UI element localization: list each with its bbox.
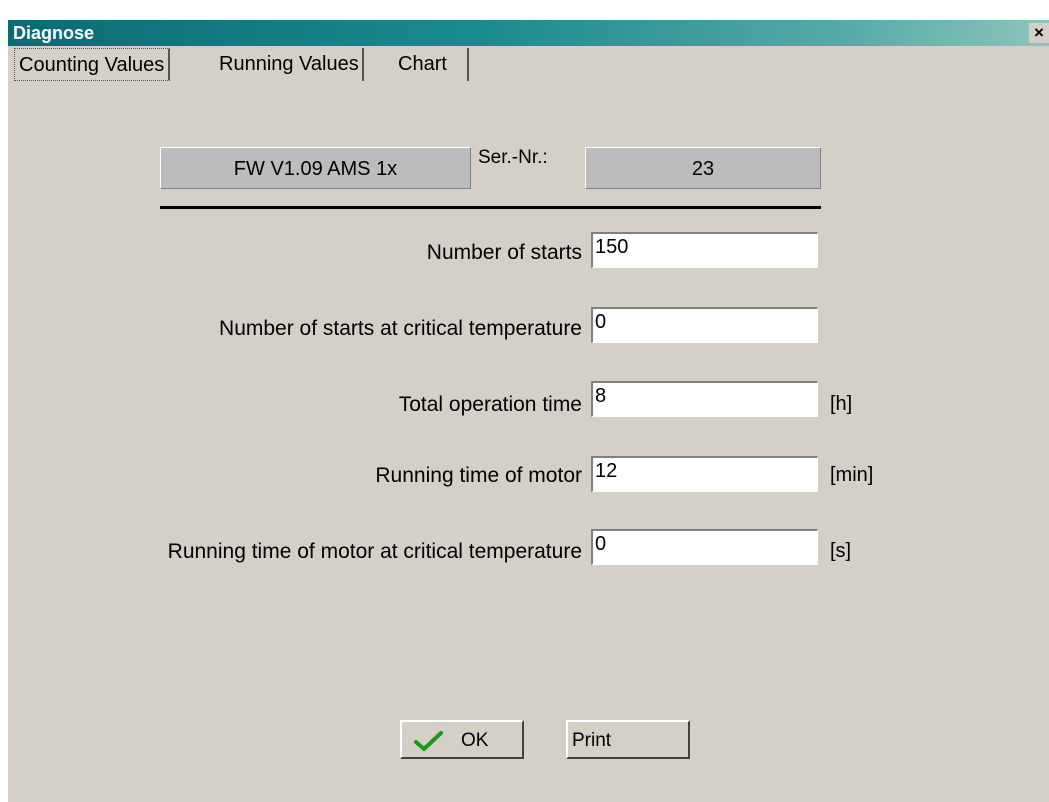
title-bar[interactable]: Diagnose ×	[8, 20, 1049, 46]
print-button[interactable]: Print	[566, 720, 690, 759]
field-label-total-operation-time: Total operation time	[398, 393, 582, 416]
unit-seconds: [s]	[830, 540, 852, 562]
tab-counting-values[interactable]: Counting Values	[14, 48, 171, 81]
unit-hours: [h]	[830, 393, 853, 415]
ok-button-label: OK	[461, 730, 489, 751]
separator-line	[160, 206, 821, 209]
tab-running-values[interactable]: Running Values	[216, 48, 364, 81]
close-icon[interactable]: ×	[1029, 23, 1049, 43]
ok-button[interactable]: OK	[400, 720, 524, 759]
starts-critical-temp-field[interactable]: 0	[591, 307, 818, 343]
field-label-number-of-starts: Number of starts	[426, 241, 582, 264]
diagnose-window: Diagnose × Counting Values Running Value…	[8, 20, 1049, 802]
serial-number-label: Ser.-Nr.:	[478, 147, 548, 168]
field-label-running-time-critical-temp: Running time of motor at critical temper…	[167, 540, 582, 563]
tab-chart[interactable]: Chart	[391, 48, 469, 81]
running-time-motor-field[interactable]: 12	[591, 456, 818, 492]
field-label-starts-critical-temp: Number of starts at critical temperature	[219, 317, 582, 340]
firmware-version-box: FW V1.09 AMS 1x	[160, 147, 471, 189]
running-time-critical-temp-field[interactable]: 0	[591, 529, 818, 565]
serial-number-box: 23	[585, 147, 821, 189]
print-button-label: Print	[572, 730, 612, 751]
unit-minutes: [min]	[830, 464, 874, 486]
total-operation-time-field[interactable]: 8	[591, 381, 818, 417]
number-of-starts-field[interactable]: 150	[591, 232, 818, 268]
check-icon	[414, 730, 444, 758]
field-label-running-time-motor: Running time of motor	[375, 464, 582, 487]
window-title: Diagnose	[13, 23, 95, 43]
